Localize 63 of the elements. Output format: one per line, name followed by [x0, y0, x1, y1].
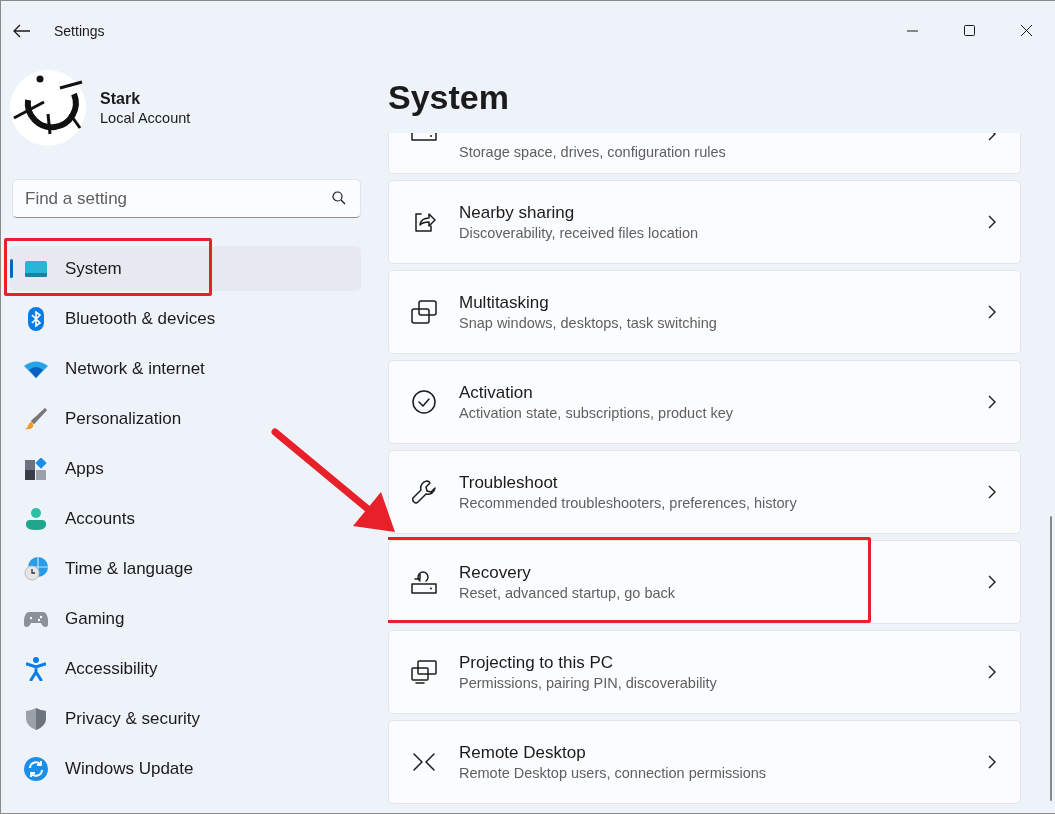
card-description: Permissions, pairing PIN, discoverability: [459, 675, 718, 691]
share-icon: [412, 210, 436, 234]
card-title: Remote Desktop: [459, 743, 587, 763]
back-arrow-icon[interactable]: [13, 24, 31, 38]
settings-card[interactable]: Nearby sharing Discoverability, received files location: [388, 180, 1021, 264]
card-description: Discoverability, received files location: [459, 225, 700, 241]
sync-icon: [24, 756, 48, 781]
sidebar-item[interactable]: Network & internet: [10, 346, 361, 391]
settings-card[interactable]: Multitasking Snap windows, desktops, task switching: [388, 270, 1021, 354]
accessibility-icon: [26, 656, 46, 681]
drive-icon: [411, 133, 437, 142]
sidebar-item[interactable]: System: [10, 246, 361, 291]
card-description: Activation state, subscriptions, product key: [459, 405, 735, 421]
card-description: Recommended troubleshooters, preferences, history: [459, 495, 798, 511]
shield-icon: [26, 707, 46, 730]
person-icon: [26, 507, 46, 530]
settings-card[interactable]: Storage space, drives, configuration rules: [388, 133, 1021, 174]
card-title: Troubleshoot: [459, 473, 559, 493]
card-description: Remote Desktop users, connection permissions: [459, 765, 768, 781]
avatar-icon: [10, 70, 86, 146]
checkmark-circle-icon: [412, 390, 436, 414]
sidebar-item[interactable]: Accessibility: [10, 646, 361, 691]
scrollbar[interactable]: [1050, 516, 1052, 801]
card-title: Nearby sharing: [459, 203, 576, 223]
card-description: Storage space, drives, configuration rules: [459, 144, 727, 160]
sidebar-item[interactable]: Privacy & security: [10, 696, 361, 741]
remote-arrows-icon: [412, 750, 436, 774]
account-type: Local Account: [100, 110, 191, 126]
windows-stack-icon: [411, 300, 437, 324]
settings-card[interactable]: Projecting to this PC Permissions, pairing PIN, discoverability: [388, 630, 1021, 714]
bluetooth-icon: [28, 306, 44, 331]
settings-card[interactable]: Troubleshoot Recommended troubleshooters, preferences, history: [388, 450, 1021, 534]
settings-card[interactable]: Recovery Reset, advanced startup, go back: [388, 540, 1021, 624]
sidebar-item[interactable]: Apps: [10, 446, 361, 491]
sidebar-item[interactable]: Bluetooth & devices: [10, 296, 361, 341]
sidebar-item[interactable]: Accounts: [10, 496, 361, 541]
sidebar-item[interactable]: Personalization: [10, 396, 361, 441]
drive-reset-icon: [411, 570, 437, 594]
card-title: Activation: [459, 383, 534, 403]
account-name: Stark: [100, 90, 142, 108]
wifi-icon: [24, 359, 48, 378]
selection-indicator: [10, 259, 13, 278]
apps-icon: [25, 457, 47, 480]
window-title: Settings: [54, 23, 105, 39]
paintbrush-icon: [25, 407, 47, 430]
search-field[interactable]: Find a setting: [12, 179, 361, 218]
settings-card[interactable]: Remote Desktop Remote Desktop users, connection permissions: [388, 720, 1021, 804]
page-title: System: [388, 77, 509, 117]
wrench-icon: [412, 480, 436, 504]
card-description: Snap windows, desktops, task switching: [459, 315, 718, 331]
globe-clock-icon: [24, 556, 48, 581]
card-title: Multitasking: [459, 293, 550, 313]
card-title: Projecting to this PC: [459, 653, 614, 673]
search-icon: [332, 191, 346, 205]
monitor-projector-icon: [411, 660, 437, 684]
monitor-icon: [24, 259, 48, 278]
card-description: Reset, advanced startup, go back: [459, 585, 677, 601]
gamepad-icon: [24, 609, 48, 628]
settings-card[interactable]: Activation Activation state, subscriptions, product key: [388, 360, 1021, 444]
sidebar-item[interactable]: Gaming: [10, 596, 361, 641]
sidebar-item[interactable]: Windows Update: [10, 746, 361, 791]
card-title: Recovery: [459, 563, 532, 583]
sidebar-item[interactable]: Time & language: [10, 546, 361, 591]
